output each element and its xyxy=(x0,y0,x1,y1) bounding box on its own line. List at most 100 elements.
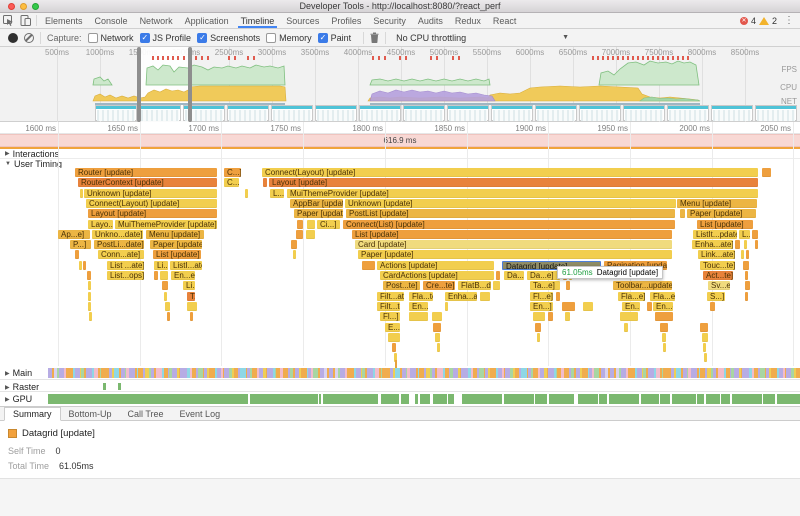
interactions-lane-header[interactable]: ▶ Interactions xyxy=(0,149,800,159)
chevron-down-icon[interactable]: ▼ xyxy=(562,34,569,41)
screenshots-checkbox[interactable] xyxy=(197,33,207,43)
flame-bar[interactable]: Paper [update] xyxy=(294,209,343,218)
flame-bar[interactable] xyxy=(744,240,747,249)
detail-tab-bottom-up[interactable]: Bottom-Up xyxy=(61,407,120,420)
flame-bar[interactable] xyxy=(88,292,91,301)
filmstrip-screenshot[interactable] xyxy=(579,105,621,121)
flame-bar[interactable]: Ta...e] xyxy=(530,281,560,290)
flame-bar[interactable]: Fla...e] xyxy=(618,292,645,301)
flame-bar[interactable]: List...ops] xyxy=(107,271,144,280)
device-toolbar-icon[interactable] xyxy=(17,13,34,28)
flame-bar[interactable]: L...] xyxy=(739,230,750,239)
detail-tab-event-log[interactable]: Event Log xyxy=(172,407,229,420)
flame-bar[interactable]: ListIt...pdate] xyxy=(693,230,737,239)
flame-bar[interactable]: Paper [update] xyxy=(358,250,672,259)
flame-bar[interactable]: Layout [update] xyxy=(269,178,758,187)
capture-option-paint[interactable]: Paint xyxy=(318,33,358,43)
flame-bar[interactable]: MuiThemeProvider [update] xyxy=(115,220,217,229)
capture-option-network[interactable]: Network xyxy=(88,33,140,43)
flame-bar[interactable]: RouterContext [update] xyxy=(78,178,217,187)
flame-bar[interactable]: En...] xyxy=(530,302,553,311)
flame-bar[interactable] xyxy=(704,353,707,362)
selection-handle-left[interactable] xyxy=(137,47,141,122)
flame-bar[interactable]: Unknown [update] xyxy=(345,199,676,208)
flame-bar[interactable] xyxy=(741,250,744,259)
flame-bar[interactable] xyxy=(752,230,758,239)
flame-bar[interactable] xyxy=(562,302,575,311)
flame-bar[interactable]: List [update] xyxy=(697,220,753,229)
flame-bar[interactable]: PostLi...date] xyxy=(94,240,144,249)
network-checkbox[interactable] xyxy=(88,33,98,43)
filmstrip-screenshot[interactable] xyxy=(491,105,533,121)
flame-bar[interactable]: Connect(List) [update] xyxy=(343,220,675,229)
flame-bar[interactable]: Connect(Layout) [update] xyxy=(86,199,217,208)
tab-profiles[interactable]: Profiles xyxy=(325,13,367,28)
detail-tab-summary[interactable]: Summary xyxy=(4,407,61,421)
filmstrip-screenshot[interactable] xyxy=(623,105,665,121)
flame-bar[interactable] xyxy=(700,323,708,332)
filmstrip-screenshot[interactable] xyxy=(403,105,445,121)
user-timing-lane-header[interactable]: ▼ User Timing xyxy=(0,159,800,168)
flame-bar[interactable] xyxy=(89,312,92,321)
flame-bar[interactable]: Enha...ate] xyxy=(445,292,477,301)
flame-bar[interactable]: Paper [update] xyxy=(687,209,756,218)
flame-bar[interactable] xyxy=(165,302,170,311)
capture-option-memory[interactable]: Memory xyxy=(266,33,318,43)
flame-bar[interactable]: Paper [update] xyxy=(150,240,202,249)
flame-bar[interactable]: L... xyxy=(270,189,284,198)
flame-bar[interactable] xyxy=(537,333,540,342)
flame-bar[interactable] xyxy=(296,230,303,239)
flame-bar[interactable] xyxy=(746,250,749,259)
flame-bar[interactable]: Fla...e] xyxy=(650,292,675,301)
flame-bar[interactable] xyxy=(160,271,168,280)
flame-bar[interactable] xyxy=(703,343,706,352)
filmstrip-screenshot[interactable] xyxy=(139,105,181,121)
flame-bar[interactable]: P...] xyxy=(70,240,91,249)
tab-redux[interactable]: Redux xyxy=(449,13,487,28)
flame-bar[interactable]: En...e] xyxy=(171,271,195,280)
flame-bar[interactable] xyxy=(75,250,79,259)
flame-bar[interactable]: Link...ate] xyxy=(698,250,735,259)
more-options-icon[interactable]: ⋮ xyxy=(784,15,794,26)
console-badges[interactable]: ✕ 4 2 ⋮ xyxy=(740,13,800,28)
paint-checkbox[interactable] xyxy=(318,33,328,43)
flame-bar[interactable] xyxy=(745,271,748,280)
flame-bar[interactable]: Layout [update] xyxy=(88,209,217,218)
flame-bar[interactable]: Filt...te] xyxy=(377,302,400,311)
filmstrip-screenshot[interactable] xyxy=(711,105,753,121)
flame-bar[interactable]: Layo...er] xyxy=(88,220,113,229)
flame-bar[interactable]: E... xyxy=(385,323,400,332)
selection-handle-right[interactable] xyxy=(188,47,192,122)
flame-bar[interactable] xyxy=(710,302,715,311)
flame-bar[interactable]: Card [update] xyxy=(355,240,672,249)
flame-bar[interactable] xyxy=(263,178,267,187)
detail-tab-call-tree[interactable]: Call Tree xyxy=(120,407,172,420)
flame-bar[interactable]: Li...] xyxy=(183,281,195,290)
flame-bar[interactable]: Unknown [update] xyxy=(84,189,217,198)
flame-bar[interactable]: En...e] xyxy=(409,302,428,311)
flame-bar[interactable]: Menu [update] xyxy=(677,199,757,208)
memory-checkbox[interactable] xyxy=(266,33,276,43)
filmstrip-screenshot[interactable] xyxy=(271,105,313,121)
tab-application[interactable]: Application xyxy=(179,13,235,28)
flame-bar[interactable]: Unkno...date] xyxy=(92,230,143,239)
flame-bar[interactable]: Connect(Layout) [update] xyxy=(262,168,758,177)
flame-bar[interactable] xyxy=(437,343,440,352)
flame-bar[interactable]: Cre...te] xyxy=(423,281,455,290)
flame-bar[interactable] xyxy=(190,312,193,321)
flame-bar[interactable] xyxy=(620,312,638,321)
flame-bar[interactable] xyxy=(762,168,771,177)
flame-bar[interactable]: Actions [update] xyxy=(377,261,494,270)
flame-bar[interactable]: Menu [update] xyxy=(146,230,204,239)
flame-bar[interactable] xyxy=(297,220,303,229)
flame-bar[interactable] xyxy=(88,281,91,290)
flame-bar[interactable]: Ap...e] xyxy=(58,230,90,239)
flame-bar[interactable]: Fla...te] xyxy=(409,292,433,301)
flame-bar[interactable] xyxy=(88,302,91,311)
flame-bar[interactable]: PostList [update] xyxy=(346,209,675,218)
selected-range-band[interactable]: 616.9 ms xyxy=(0,134,800,147)
garbage-collect-icon[interactable] xyxy=(370,32,379,43)
flame-bar[interactable] xyxy=(388,333,400,342)
flame-bar[interactable] xyxy=(566,281,570,290)
flame-bar[interactable] xyxy=(680,209,685,218)
